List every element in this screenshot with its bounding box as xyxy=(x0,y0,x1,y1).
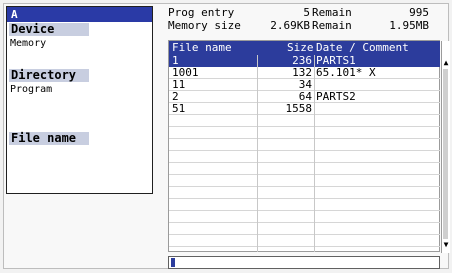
file-name-cell: 51 xyxy=(172,102,186,115)
size-cell: 34 xyxy=(298,78,312,91)
size-cell: 236 xyxy=(292,54,312,67)
prog-entry-label: Prog entry xyxy=(168,6,235,19)
directory-value[interactable]: Program xyxy=(10,84,52,96)
header-file-name[interactable]: File name xyxy=(172,41,232,55)
file-location-panel: A Device Memory Directory Program File n… xyxy=(6,6,153,194)
table-row[interactable] xyxy=(169,127,440,139)
vertical-scrollbar[interactable]: ▲ ▼ xyxy=(441,41,450,253)
file-name-cell: 2 xyxy=(172,90,179,103)
table-row[interactable] xyxy=(169,187,440,199)
file-name-cell: 11 xyxy=(172,78,186,91)
table-row[interactable]: 51 1558 xyxy=(169,103,440,115)
device-value[interactable]: Memory xyxy=(10,38,46,50)
file-name-label: File name xyxy=(9,132,89,145)
comment-cell: 65.101* X xyxy=(316,66,376,79)
comment-cell: PARTS1 xyxy=(316,54,356,67)
panel-title: A xyxy=(7,7,152,22)
table-row[interactable] xyxy=(169,235,440,247)
program-file-table: File name Size Date / Comment 1 236 PARTS1… xyxy=(168,40,450,253)
table-header: File name Size Date / Comment xyxy=(169,41,440,55)
size-cell: 64 xyxy=(298,90,312,103)
scrollbar-thumb[interactable] xyxy=(443,69,448,239)
remain-entries-label: Remain xyxy=(312,6,352,19)
input-cursor xyxy=(171,258,175,267)
size-cell: 1558 xyxy=(285,102,313,115)
size-cell: 132 xyxy=(292,66,312,79)
memory-size-value: 2.69KB xyxy=(270,19,310,32)
table-row[interactable] xyxy=(169,223,440,235)
column-divider xyxy=(257,55,258,252)
memory-size-label: Memory size xyxy=(168,19,241,32)
table-row[interactable] xyxy=(169,151,440,163)
column-divider xyxy=(314,55,315,252)
header-date-comment[interactable]: Date / Comment xyxy=(316,41,409,55)
directory-label: Directory xyxy=(9,69,89,82)
table-row[interactable] xyxy=(169,211,440,223)
prog-entry-value: 5 xyxy=(303,6,310,19)
header-size[interactable]: Size xyxy=(287,41,314,55)
key-input-line[interactable] xyxy=(168,256,440,269)
remain-memory-label: Remain xyxy=(312,19,352,32)
file-name-cell: 1001 xyxy=(172,66,199,79)
device-label: Device xyxy=(9,23,89,36)
remain-entries-value: 995 xyxy=(409,6,429,19)
scroll-down-arrow-icon[interactable]: ▼ xyxy=(443,241,449,249)
table-row[interactable] xyxy=(169,175,440,187)
scroll-up-arrow-icon[interactable]: ▲ xyxy=(443,59,449,67)
file-name-cell: 1 xyxy=(172,54,179,67)
remain-memory-value: 1.95MB xyxy=(389,19,429,32)
table-row[interactable] xyxy=(169,199,440,211)
comment-cell: PARTS2 xyxy=(316,90,356,103)
table-row[interactable] xyxy=(169,115,440,127)
table-row[interactable] xyxy=(169,163,440,175)
table-row[interactable] xyxy=(169,139,440,151)
